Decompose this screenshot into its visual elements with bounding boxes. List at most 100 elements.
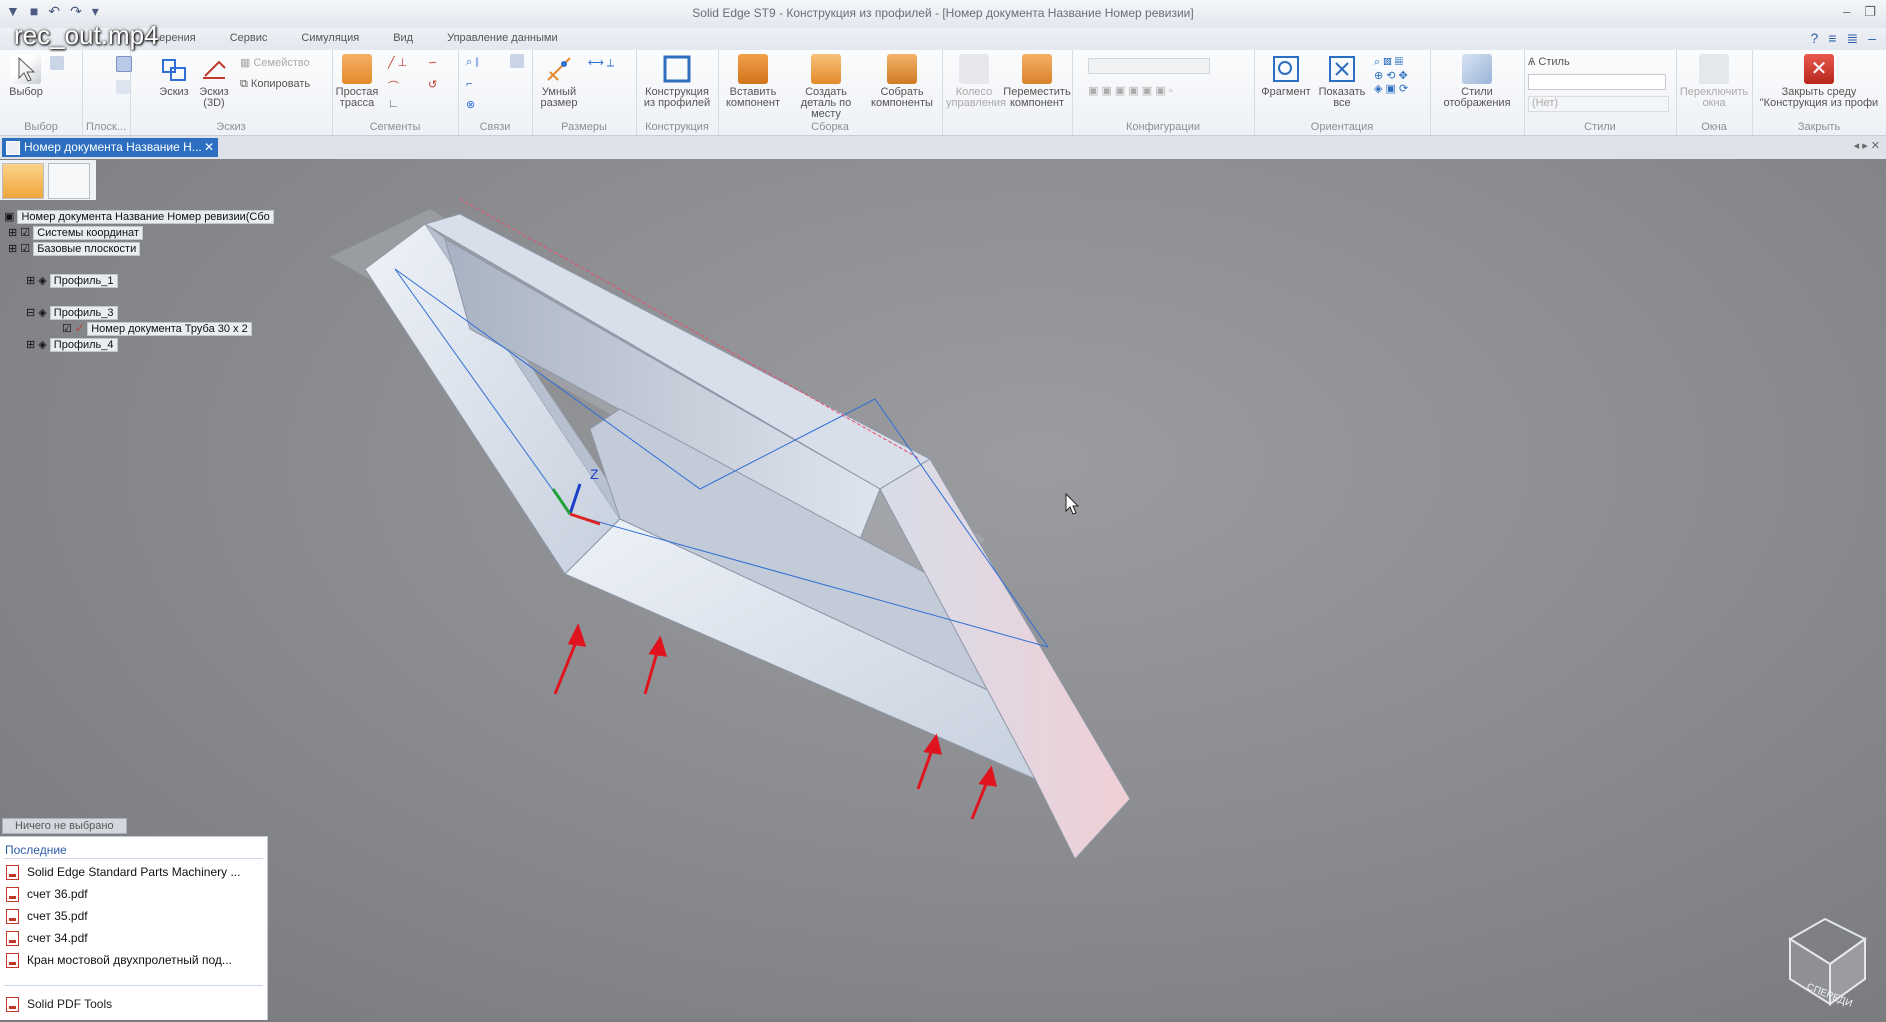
pathfinder-tree: ▣ Номер документа Название Номер ревизии… (0, 210, 274, 352)
cursor-icon (11, 54, 41, 84)
group-orientation: Фрагмент Показать все ⌕ ▩ ▦ ⊕ ⟲ ✥ ◈ ▣ ⟳ Ор… (1254, 50, 1431, 135)
group-display: Стили отображения (1430, 50, 1525, 135)
document-tab[interactable]: Номер документа Название Н... ✕ (2, 138, 218, 157)
arrow-4-head (978, 765, 997, 787)
tools-divider (4, 985, 263, 986)
frame-model: Z СПЕРЕДИ (330, 198, 1867, 1010)
tab-nav-icons[interactable]: ◂ ▸ ✕ (1854, 139, 1880, 152)
copy-button[interactable]: ⧉ Копировать (240, 78, 310, 91)
style-label: Ѧ Стиль (1528, 56, 1570, 68)
fillet-icon[interactable]: ↺ (428, 78, 437, 91)
style-value-select[interactable]: (Нет) (1528, 96, 1669, 112)
pathfinder-tabs (0, 160, 96, 200)
tab-data-management[interactable]: Управление данными (447, 32, 558, 44)
fit-all-button[interactable]: Показать все (1314, 54, 1370, 109)
switch-windows-button[interactable]: Переключить окна (1678, 54, 1750, 109)
group-assembly: Вставить компонент Создать деталь по мес… (718, 50, 943, 135)
group-windows: Переключить окна Окна (1676, 50, 1753, 135)
plane-tools-icon[interactable] (116, 80, 130, 94)
minimize-icon[interactable]: – (1843, 4, 1850, 20)
display-styles-button[interactable]: Стили отображения (1434, 54, 1520, 109)
insert-component-button[interactable]: Вставить компонент (720, 54, 786, 109)
tab-pathfinder[interactable] (2, 163, 44, 199)
group-close: ✕ Закрыть среду "Конструкция из профи За… (1752, 50, 1886, 135)
view-cube[interactable]: СПЕРЕДИ (1788, 917, 1867, 1010)
frame-construction-button[interactable]: Конструкция из профилей (640, 54, 714, 109)
arrow-3 (916, 746, 935, 790)
insert-component-icon (738, 54, 768, 84)
arrow-2-head (648, 635, 668, 657)
tree-item-base-planes[interactable]: ⊞ ☑ Базовые плоскости (8, 242, 141, 256)
steering-wheel-icon (959, 54, 989, 84)
simple-path-button[interactable]: Простая трасса (332, 54, 382, 109)
tree-item-profile-3[interactable]: ⊟ ◈ Профиль_3 (26, 306, 118, 320)
recent-header: Последние (5, 843, 67, 857)
arrow-1-head (567, 623, 587, 647)
relate-icon[interactable]: ⊗ (466, 98, 475, 111)
title-bar: ▼ ■ ↶ ↷ ▾ Solid Edge ST9 - Конструкция и… (0, 0, 1886, 50)
smart-dimension-icon (544, 54, 574, 84)
tree-root[interactable]: ▣ Номер документа Название Номер ревизии… (4, 210, 274, 224)
family-button[interactable]: ▦ Семейство (240, 56, 310, 69)
tree-item-profile-1[interactable]: ⊞ ◈ Профиль_1 (26, 274, 118, 288)
tab-simulation[interactable]: Симуляция (301, 32, 359, 44)
help-icon[interactable]: ? (1811, 30, 1819, 47)
group-select: Выбор Выбор (0, 50, 83, 135)
select-tools-icons[interactable] (50, 56, 64, 70)
configuration-select[interactable] (1088, 58, 1210, 74)
dimension-tools-icons[interactable]: ⟷ ⟂ (588, 56, 614, 70)
close-tab-icon[interactable]: ✕ (204, 138, 214, 157)
recent-item[interactable]: счет 34.pdf (6, 929, 88, 947)
perpendicular-icon[interactable]: ⌐ (466, 78, 472, 90)
recent-item[interactable]: Кран мостовой двухпролетный под... (6, 951, 232, 969)
tab-view[interactable]: Вид (393, 32, 413, 44)
zoom-area-button[interactable]: Фрагмент (1258, 54, 1314, 98)
pdf-icon (6, 865, 19, 881)
recent-item[interactable]: Solid Edge Standard Parts Machinery ... (6, 863, 240, 881)
tab-layers[interactable] (48, 163, 90, 199)
tree-item-profile-4[interactable]: ⊞ ◈ Профиль_4 (26, 338, 118, 352)
move-component-button[interactable]: Переместить компонент (1002, 54, 1072, 109)
recent-item[interactable]: счет 35.pdf (6, 907, 88, 925)
zoom-area-icon (1271, 54, 1301, 84)
sketch-3d-button[interactable]: Эскиз (3D) (194, 54, 234, 109)
close-environment-button[interactable]: ✕ Закрыть среду "Конструкция из профи (1754, 54, 1884, 109)
view-tools-icons[interactable]: ⌕ ▩ ▦ ⊕ ⟲ ✥ ◈ ▣ ⟳ (1374, 56, 1408, 95)
recent-item[interactable]: счет 36.pdf (6, 885, 88, 903)
pdf-icon (6, 931, 19, 947)
create-part-in-place-button[interactable]: Создать деталь по месту (786, 54, 866, 120)
steering-wheel-button[interactable]: Колесо управления (946, 54, 1006, 109)
document-icon (6, 141, 20, 155)
pdf-tools-item[interactable]: Solid PDF Tools (6, 995, 112, 1013)
arrow-1 (553, 636, 580, 695)
recent-documents-panel: Последние Solid Edge Standard Parts Mach… (0, 836, 268, 1020)
smart-dimension-button[interactable]: Умный размер (534, 54, 584, 109)
configuration-tools-icons[interactable]: ▣ ▣ ▣ ▣ ▣ ▣ ▫ (1088, 84, 1173, 97)
pdf-icon (6, 887, 19, 903)
assemble-icon (887, 54, 917, 84)
mouse-cursor-icon (1065, 492, 1080, 515)
corner-icon[interactable]: ∟ (388, 98, 399, 110)
layout-icon[interactable]: ≣ (1846, 30, 1858, 47)
graphics-viewport[interactable]: Z СПЕРЕДИ (0, 159, 1886, 1019)
curve-icon[interactable]: ∽ (428, 56, 437, 69)
pdf-icon (6, 953, 19, 969)
options-icon[interactable]: ≡ (1828, 30, 1836, 47)
group-configurations: ▣ ▣ ▣ ▣ ▣ ▣ ▫ Конфигурации (1072, 50, 1255, 135)
tree-item-coordinate-systems[interactable]: ⊞ ☑ Системы координат (8, 226, 143, 240)
style-select[interactable] (1528, 74, 1666, 90)
ribbon-tab-bar: ...ерения Сервис Симуляция Вид Управлени… (0, 28, 1886, 50)
arc-icon[interactable]: ⌒ (388, 78, 399, 94)
tree-item-tube[interactable]: ☑ ✓ Номер документа Труба 30 х 2 (62, 322, 252, 336)
arrow-2 (643, 648, 660, 695)
pdf-tools-icon (6, 997, 19, 1013)
dimension-toggle-icon[interactable] (510, 54, 524, 68)
assemble-components-button[interactable]: Собрать компоненты (866, 54, 938, 109)
connect-icon[interactable]: ⌕ ∥ (466, 56, 479, 69)
select-button[interactable]: Выбор (6, 54, 46, 98)
restore-icon[interactable]: ❐ (1864, 4, 1876, 20)
collapse-ribbon-icon[interactable]: – (1868, 30, 1876, 47)
line-icon[interactable]: ╱ ⊥ (388, 56, 407, 69)
sketch-button[interactable]: Эскиз (154, 54, 194, 98)
tab-service[interactable]: Сервис (230, 32, 268, 44)
